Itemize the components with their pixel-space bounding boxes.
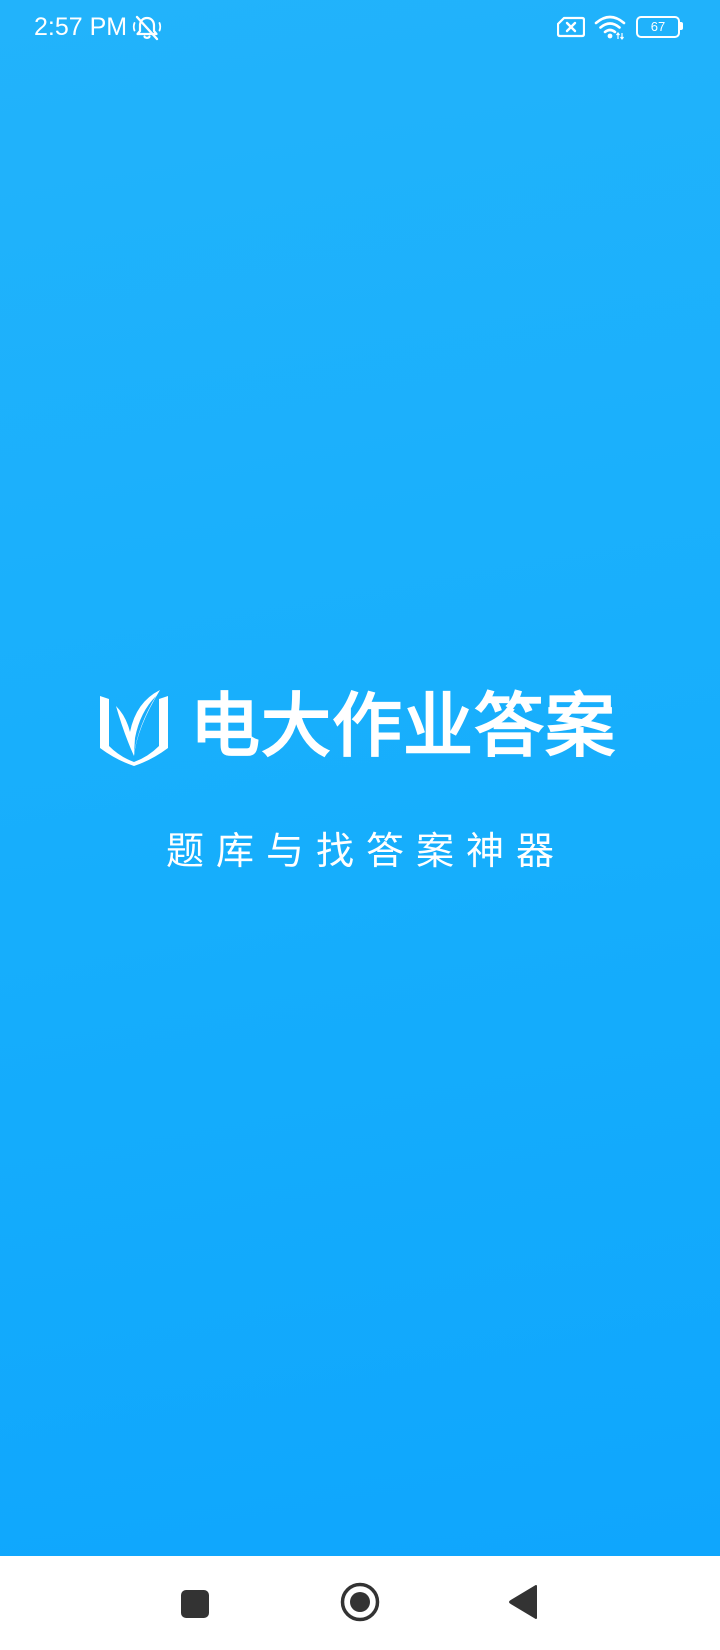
status-time: 2:57 PM [34, 13, 128, 41]
battery-cap [680, 22, 683, 30]
brand-header: 电大作业答案 [0, 680, 720, 780]
battery-icon: 67 [636, 16, 683, 38]
sim-absent-icon [557, 16, 585, 38]
battery-level: 67 [650, 19, 666, 34]
app-tagline: 题库与找答案神器 [165, 829, 566, 873]
splash-background: 2:57 PM 67 电大作业答案 题库与找答案神器 [0, 0, 720, 1556]
book-leaf-logo-icon [100, 690, 168, 766]
back-icon[interactable] [508, 1584, 538, 1620]
status-bar: 2:57 PM 67 [0, 0, 720, 56]
notifications-muted-icon [132, 15, 162, 41]
splash-screen: 2:57 PM 67 电大作业答案 题库与找答案神器 [0, 0, 720, 1650]
app-title: 电大作业答案 [190, 685, 616, 767]
navigation-bar [0, 1556, 720, 1650]
home-icon[interactable] [340, 1582, 380, 1622]
recents-icon[interactable] [181, 1590, 209, 1618]
wifi-icon [594, 15, 626, 40]
